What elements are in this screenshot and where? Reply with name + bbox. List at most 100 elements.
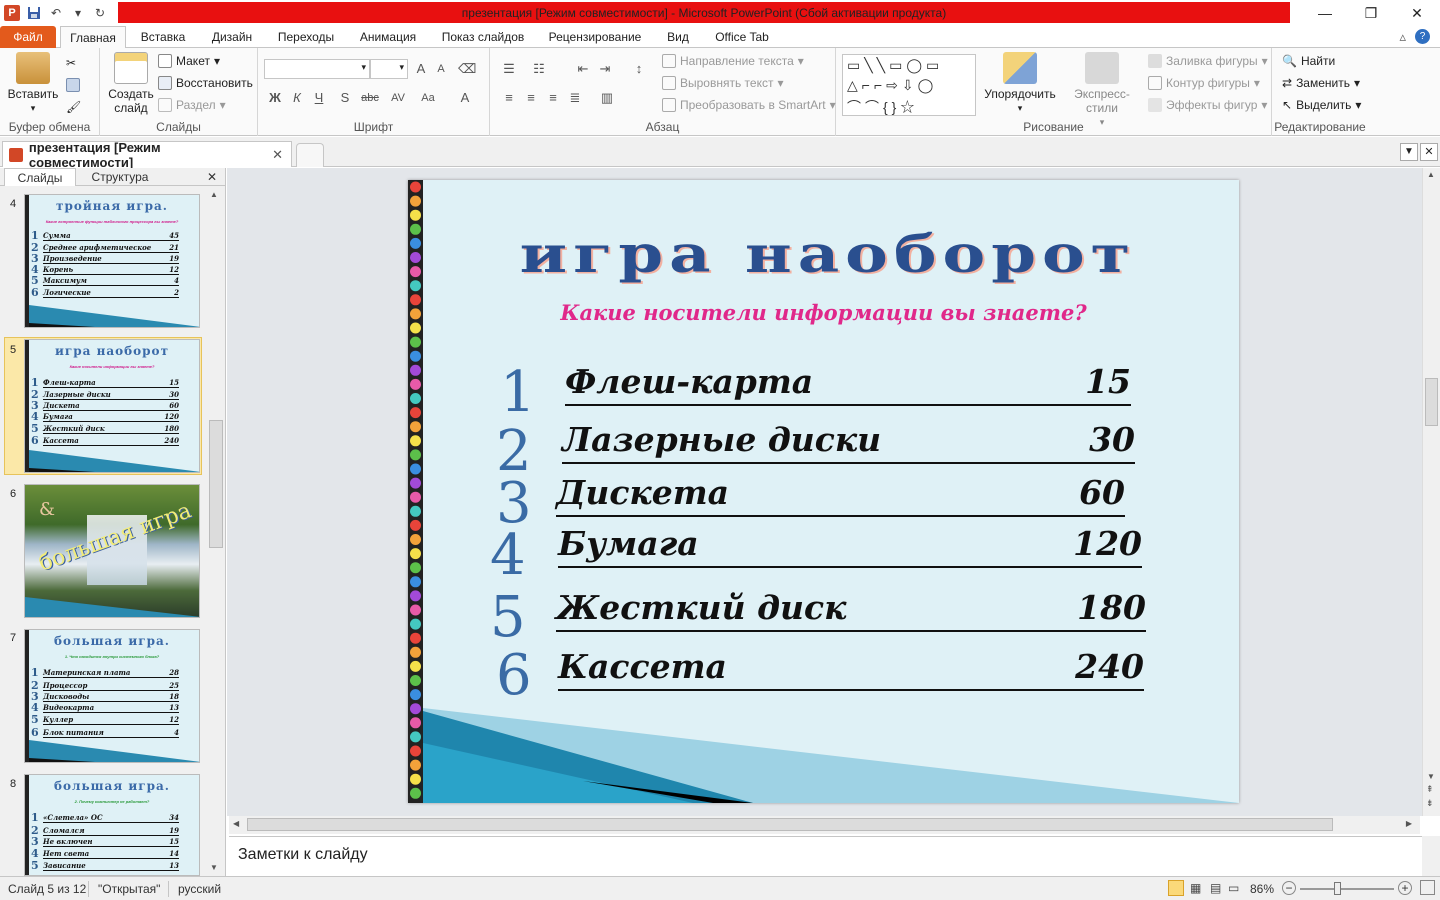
minimize-ribbon-icon[interactable]: ▵ bbox=[1399, 29, 1406, 45]
slides-pane-scrollbar[interactable]: ▲ ▼ bbox=[208, 186, 224, 876]
scroll-thumb[interactable] bbox=[247, 818, 1333, 831]
shape-fill-button[interactable]: Заливка фигуры ▾ bbox=[1148, 52, 1268, 70]
tab-file[interactable]: Файл bbox=[0, 26, 56, 48]
next-slide-icon[interactable]: ⇟ bbox=[1426, 798, 1434, 809]
paste-button[interactable]: Вставить ▾ bbox=[8, 52, 58, 115]
minimize-button[interactable]: — bbox=[1302, 0, 1348, 26]
fit-to-window-icon[interactable] bbox=[1420, 880, 1435, 895]
help-icon[interactable]: ? bbox=[1415, 29, 1430, 44]
new-tab-button[interactable] bbox=[296, 143, 324, 167]
scroll-thumb[interactable] bbox=[209, 420, 223, 548]
select-button[interactable]: ↖ Выделить ▾ bbox=[1282, 96, 1361, 114]
change-case-icon[interactable]: Aa bbox=[416, 89, 440, 107]
tab-insert[interactable]: Вставка bbox=[132, 26, 194, 48]
numbering-icon[interactable]: ☷ bbox=[530, 60, 548, 78]
align-center-icon[interactable]: ≡ bbox=[522, 89, 540, 107]
quick-styles-button[interactable]: Экспресс-стили ▾ bbox=[1060, 52, 1144, 129]
layout-button[interactable]: Макет ▾ bbox=[158, 52, 220, 70]
close-pane-icon[interactable]: ✕ bbox=[204, 168, 220, 186]
columns-icon[interactable]: ▥ bbox=[598, 89, 616, 107]
slide-question[interactable]: Какие носители информации вы знаете? bbox=[408, 300, 1239, 325]
previous-slide-icon[interactable]: ⇞ bbox=[1426, 784, 1434, 795]
document-tab[interactable]: презентация [Режим совместимости] ✕ bbox=[2, 140, 292, 170]
tab-review[interactable]: Рецензирование bbox=[538, 26, 652, 48]
slide-thumbnail-8[interactable]: большая игра. 2. Почему компьютер не раб… bbox=[24, 774, 200, 876]
increase-indent-icon[interactable]: ⇥ bbox=[596, 60, 614, 78]
answer-row[interactable]: Бумага 120 bbox=[558, 524, 1142, 568]
scroll-left-icon[interactable]: ◀ bbox=[233, 819, 239, 828]
scroll-right-icon[interactable]: ▶ bbox=[1406, 819, 1412, 828]
tab-view[interactable]: Вид bbox=[660, 26, 696, 48]
slideshow-icon[interactable]: ▭ bbox=[1228, 881, 1239, 895]
theme-name[interactable]: "Открытая" bbox=[98, 881, 160, 897]
slide-thumbnail-4[interactable]: тройная игра. Какие встроенные функции т… bbox=[24, 194, 200, 328]
line-spacing-icon[interactable]: ↕ bbox=[630, 60, 648, 78]
save-icon[interactable] bbox=[26, 5, 42, 21]
smartart-button[interactable]: Преобразовать в SmartArt ▾ bbox=[662, 96, 836, 114]
slide-thumbnail-7[interactable]: большая игра. 1. Что находится внутри си… bbox=[24, 629, 200, 763]
section-button[interactable]: Раздел ▾ bbox=[158, 96, 226, 114]
shrink-font-icon[interactable]: A bbox=[432, 60, 450, 78]
answer-row[interactable]: Флеш-карта 15 bbox=[565, 362, 1131, 406]
maximize-button[interactable]: ❐ bbox=[1348, 0, 1394, 26]
normal-view-icon[interactable] bbox=[1168, 880, 1184, 896]
tab-slides[interactable]: Слайды bbox=[4, 168, 76, 186]
dropdown-arrow-icon[interactable]: ▾ bbox=[70, 5, 86, 21]
font-name-combo[interactable]: ▾ bbox=[264, 59, 370, 79]
zoom-out-icon[interactable]: − bbox=[1282, 881, 1296, 895]
scroll-up-icon[interactable]: ▲ bbox=[210, 190, 218, 199]
font-color-icon[interactable]: A bbox=[456, 89, 474, 107]
copy-button[interactable] bbox=[66, 76, 80, 94]
slide-title[interactable]: игра наоборот bbox=[478, 227, 1178, 283]
zoom-in-icon[interactable]: + bbox=[1398, 881, 1412, 895]
text-direction-button[interactable]: Направление текста ▾ bbox=[662, 52, 804, 70]
strikethrough-icon[interactable]: abc bbox=[358, 89, 382, 107]
notes-pane[interactable]: Заметки к слайду bbox=[229, 836, 1422, 876]
answer-row[interactable]: Жесткий диск 180 bbox=[556, 588, 1146, 632]
tab-home[interactable]: Главная bbox=[60, 26, 126, 49]
zoom-slider-thumb[interactable] bbox=[1334, 882, 1341, 895]
format-painter-button[interactable]: 🖌 bbox=[66, 98, 81, 116]
clear-format-icon[interactable]: ⌫ bbox=[458, 60, 476, 78]
italic-icon[interactable]: К bbox=[288, 89, 306, 107]
redo-icon[interactable]: ↻ bbox=[92, 5, 108, 21]
arrange-button[interactable]: Упорядочить ▾ bbox=[982, 52, 1058, 115]
bullets-icon[interactable]: ☰ bbox=[500, 60, 518, 78]
new-slide-button[interactable]: Создать слайд bbox=[106, 52, 156, 115]
slide-thumbnail-6[interactable]: & большая игра bbox=[24, 484, 200, 618]
zoom-slider[interactable] bbox=[1300, 888, 1394, 890]
find-button[interactable]: 🔍 Найти bbox=[1282, 52, 1335, 70]
answer-row[interactable]: Лазерные диски 30 bbox=[562, 420, 1135, 464]
spacing-icon[interactable]: AV bbox=[386, 89, 410, 107]
shape-effects-button[interactable]: Эффекты фигур ▾ bbox=[1148, 96, 1267, 114]
language[interactable]: русский bbox=[178, 881, 221, 897]
editor-vertical-scrollbar[interactable]: ▲ ▼ ⇞ ⇟ bbox=[1422, 168, 1440, 816]
shadow-icon[interactable]: S bbox=[336, 89, 354, 107]
close-window-button[interactable]: ✕ bbox=[1394, 0, 1440, 26]
scroll-down-icon[interactable]: ▼ bbox=[1427, 772, 1435, 781]
bold-icon[interactable]: Ж bbox=[266, 89, 284, 107]
align-text-button[interactable]: Выровнять текст ▾ bbox=[662, 74, 784, 92]
scroll-down-icon[interactable]: ▼ bbox=[210, 863, 218, 872]
scroll-thumb[interactable] bbox=[1425, 378, 1438, 426]
slide-canvas[interactable]: игра наоборот Какие носители информации … bbox=[408, 180, 1239, 803]
answer-row[interactable]: Дискета 60 bbox=[556, 473, 1125, 517]
cut-button[interactable]: ✂ bbox=[66, 54, 76, 72]
reading-view-icon[interactable]: ▤ bbox=[1210, 881, 1221, 895]
tab-office-tab[interactable]: Office Tab bbox=[706, 26, 778, 48]
font-size-combo[interactable]: ▾ bbox=[370, 59, 408, 79]
close-document-button[interactable]: ✕ bbox=[1420, 143, 1438, 161]
tab-outline[interactable]: Структура bbox=[80, 168, 160, 186]
notes-scrollbar[interactable] bbox=[1422, 836, 1440, 876]
tab-design[interactable]: Дизайн bbox=[200, 26, 264, 48]
zoom-level[interactable]: 86% bbox=[1250, 881, 1274, 897]
undo-icon[interactable]: ↶ bbox=[48, 5, 64, 21]
shape-outline-button[interactable]: Контур фигуры ▾ bbox=[1148, 74, 1260, 92]
close-tab-icon[interactable]: ✕ bbox=[272, 147, 283, 163]
shapes-gallery[interactable]: ▭╲╲▭◯▭ △⌐⌐⇨⇩◯ ⌒⌒{}☆ bbox=[842, 54, 976, 116]
grow-font-icon[interactable]: A bbox=[412, 60, 430, 78]
tab-animation[interactable]: Анимация bbox=[350, 26, 426, 48]
replace-button[interactable]: ⇄ Заменить ▾ bbox=[1282, 74, 1360, 92]
align-left-icon[interactable]: ≡ bbox=[500, 89, 518, 107]
editor-horizontal-scrollbar[interactable]: ◀ ▶ bbox=[229, 816, 1420, 834]
